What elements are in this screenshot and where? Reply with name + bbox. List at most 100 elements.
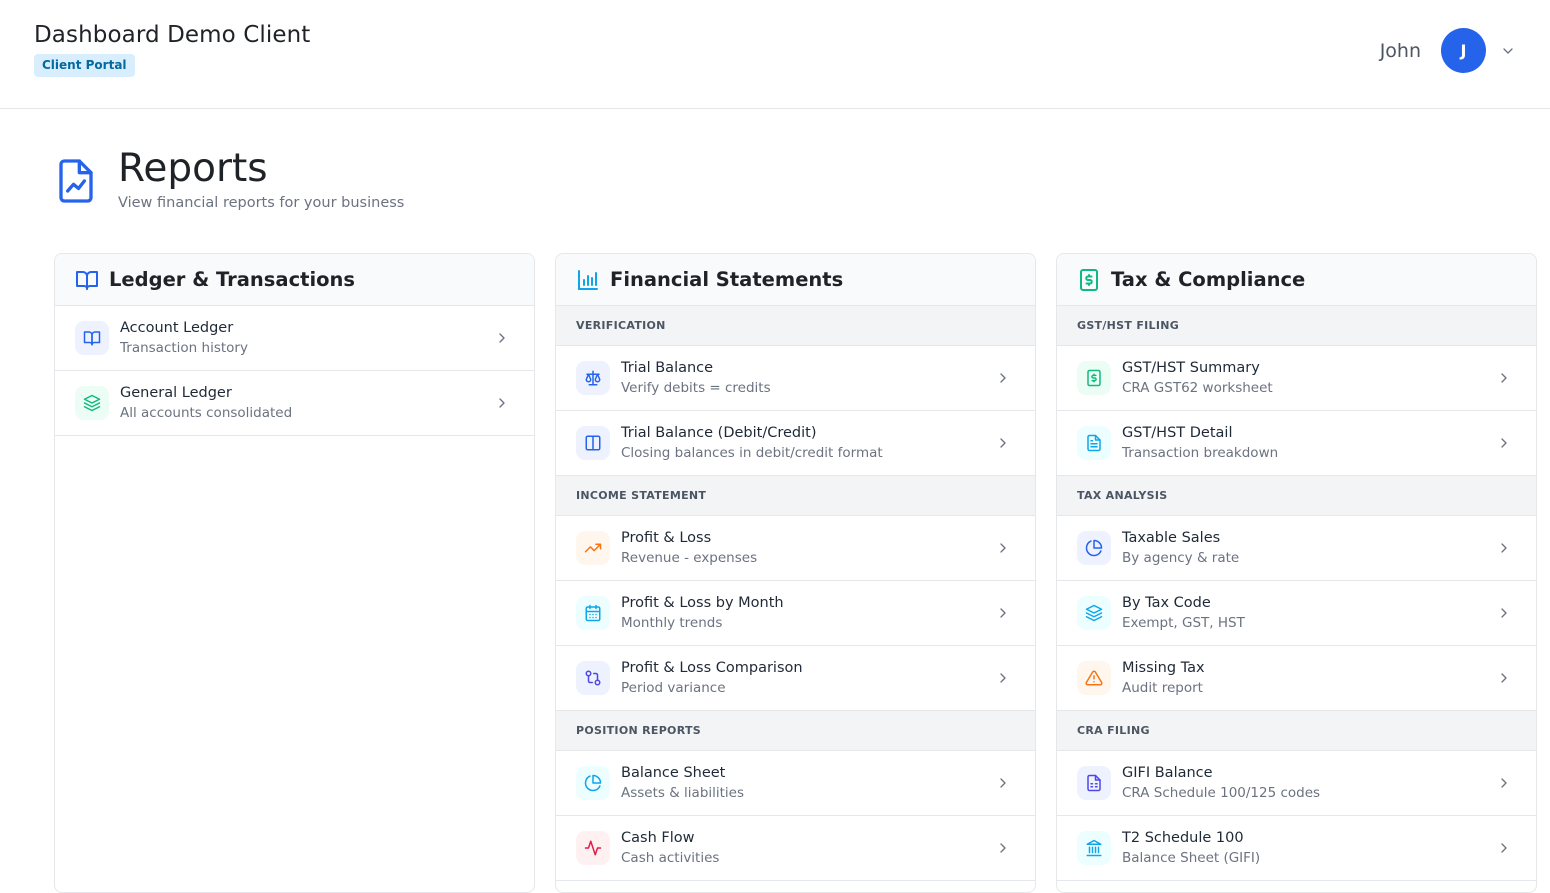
columns-icon [576,426,610,460]
section-tax-analysis: TAX ANALYSIS [1057,476,1536,516]
row-title: Trial Balance (Debit/Credit) [621,425,817,441]
report-row-cash-flow[interactable]: Cash Flow Cash activities [556,816,1035,881]
card-title: Ledger & Transactions [109,268,356,291]
report-row-profit-loss[interactable]: Profit & Loss Revenue - expenses [556,516,1035,581]
top-bar: Dashboard Demo Client Client Portal John… [0,0,1550,109]
row-title: Trial Balance [621,360,714,376]
report-row-taxable-sales[interactable]: Taxable Sales By agency & rate [1057,516,1536,581]
file-spreadsheet-icon [1077,766,1111,800]
row-subtitle: Transaction history [120,340,248,356]
layers-icon [1077,596,1111,630]
row-title: Profit & Loss Comparison [621,660,803,676]
trending-up-icon [576,531,610,565]
page-title: Reports [118,146,268,191]
landmark-icon [1077,831,1111,865]
compare-icon [576,661,610,695]
row-subtitle: Transaction breakdown [1122,445,1279,461]
tax-compliance-card: Tax & Compliance GST/HST FILING GST/HST … [1056,253,1537,893]
book-icon [75,321,109,355]
chevron-right-icon [1000,373,1006,383]
chevron-right-icon [1501,673,1507,683]
brand: Dashboard Demo Client Client Portal [34,22,310,77]
page-header: Reports View financial reports for your … [56,145,404,211]
row-subtitle: Period variance [621,680,726,696]
calendar-icon [576,596,610,630]
section-verification: VERIFICATION [556,306,1035,346]
row-title: Missing Tax [1122,660,1205,676]
row-title: By Tax Code [1122,595,1211,611]
book-open-icon [76,270,98,290]
dollar-document-icon [1080,268,1098,291]
client-title: Dashboard Demo Client [34,22,311,48]
row-subtitle: Cash activities [621,850,720,866]
row-title: T2 Schedule 100 [1122,830,1244,846]
chevron-right-icon [1501,373,1507,383]
pie-chart-icon [576,766,610,800]
page-subtitle: View financial reports for your business [118,195,405,211]
card-title: Tax & Compliance [1111,268,1306,291]
card-header: Ledger & Transactions [55,254,534,306]
section-income-statement: INCOME STATEMENT [556,476,1035,516]
chevron-right-icon [1501,608,1507,618]
row-title: Taxable Sales [1122,530,1221,546]
card-header: Tax & Compliance [1057,254,1536,306]
file-chart-icon [59,159,93,203]
row-title: GIFI Balance [1122,765,1213,781]
report-row-missing-tax[interactable]: Missing Tax Audit report [1057,646,1536,711]
report-row-gst-hst-summary[interactable]: GST/HST Summary CRA GST62 worksheet [1057,346,1536,411]
row-title: Cash Flow [621,830,695,846]
row-subtitle: Verify debits = credits [621,380,771,396]
card-title: Financial Statements [610,268,844,291]
scale-icon [576,361,610,395]
chevron-right-icon [1000,608,1006,618]
pie-chart-icon [1077,531,1111,565]
row-subtitle: CRA GST62 worksheet [1122,380,1273,396]
ledger-card: Ledger & Transactions Account Ledger Tra… [54,253,535,893]
row-subtitle: CRA Schedule 100/125 codes [1122,785,1321,801]
chevron-right-icon [1000,543,1006,553]
row-subtitle: Audit report [1122,680,1203,696]
row-title: GST/HST Summary [1122,360,1260,376]
chevron-right-icon [499,333,505,343]
report-row-trial-balance[interactable]: Trial Balance Verify debits = credits [556,346,1035,411]
row-subtitle: Exempt, GST, HST [1122,615,1245,631]
layers-icon [75,386,109,420]
chevron-right-icon [1501,778,1507,788]
bar-chart-icon [578,269,598,290]
client-portal-badge: Client Portal [34,54,135,77]
report-row-profit-loss-comparison[interactable]: Profit & Loss Comparison Period variance [556,646,1035,711]
chevron-right-icon [1501,438,1507,448]
report-row-gifi-balance[interactable]: GIFI Balance CRA Schedule 100/125 codes [1057,751,1536,816]
chevron-right-icon [499,398,505,408]
row-subtitle: Assets & liabilities [621,785,745,801]
section-gst-hst-filing: GST/HST FILING [1057,306,1536,346]
user-name[interactable]: John [1380,40,1421,62]
row-title: Profit & Loss by Month [621,595,784,611]
row-subtitle: Closing balances in debit/credit format [621,445,883,461]
chevron-right-icon [1501,543,1507,553]
chevron-right-icon [1000,843,1006,853]
user-menu[interactable]: John J [1380,28,1516,73]
chevron-down-icon[interactable] [1500,43,1516,59]
section-cra-filing: CRA FILING [1057,711,1536,751]
chevron-right-icon [1000,438,1006,448]
avatar[interactable]: J [1441,28,1486,73]
report-row-trial-balance-debit-credit[interactable]: Trial Balance (Debit/Credit) Closing bal… [556,411,1035,476]
report-row-general-ledger[interactable]: General Ledger All accounts consolidated [55,371,534,436]
report-row-balance-sheet[interactable]: Balance Sheet Assets & liabilities [556,751,1035,816]
report-row-profit-loss-by-month[interactable]: Profit & Loss by Month Monthly trends [556,581,1035,646]
chevron-right-icon [1501,843,1507,853]
financial-statements-card: Financial Statements VERIFICATION Trial … [555,253,1036,893]
row-title: Account Ledger [120,320,234,336]
row-subtitle: All accounts consolidated [120,405,293,421]
report-row-account-ledger[interactable]: Account Ledger Transaction history [55,306,534,371]
file-text-icon [1077,426,1111,460]
report-row-by-tax-code[interactable]: By Tax Code Exempt, GST, HST [1057,581,1536,646]
report-row-t2-schedule-100[interactable]: T2 Schedule 100 Balance Sheet (GIFI) [1057,816,1536,881]
row-title: Profit & Loss [621,530,712,546]
alert-triangle-icon [1077,661,1111,695]
row-title: General Ledger [120,385,232,401]
card-header: Financial Statements [556,254,1035,306]
report-row-gst-hst-detail[interactable]: GST/HST Detail Transaction breakdown [1057,411,1536,476]
chevron-right-icon [1000,778,1006,788]
